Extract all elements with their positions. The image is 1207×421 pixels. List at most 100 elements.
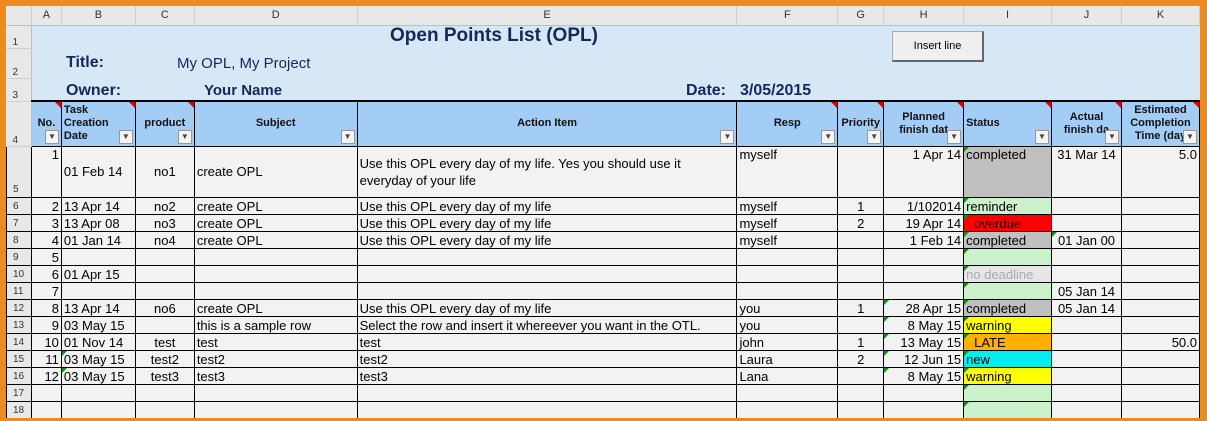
cell-action[interactable]: Use this OPL every day of my life bbox=[356, 214, 738, 232]
cell-est[interactable] bbox=[1120, 282, 1200, 300]
cell-resp[interactable]: you bbox=[736, 316, 839, 334]
row-header[interactable]: 9 bbox=[6, 248, 32, 266]
cell-est[interactable] bbox=[1120, 350, 1200, 368]
cell-action[interactable] bbox=[356, 265, 738, 283]
cell-resp[interactable]: Laura bbox=[736, 350, 839, 368]
column-header-h[interactable]: H bbox=[883, 6, 965, 26]
cell-resp[interactable] bbox=[736, 401, 839, 418]
cell-date[interactable]: 13 Apr 08 bbox=[60, 214, 136, 232]
cell-est[interactable] bbox=[1120, 316, 1200, 334]
filter-dropdown-icon[interactable]: ▼ bbox=[44, 129, 59, 144]
cell-subject[interactable]: create OPL bbox=[193, 197, 358, 215]
cell-actual[interactable]: 31 Mar 14 bbox=[1051, 146, 1122, 198]
cell-action[interactable]: test2 bbox=[356, 350, 738, 368]
cell-actual[interactable] bbox=[1051, 265, 1122, 283]
cell-resp[interactable] bbox=[736, 265, 839, 283]
cell-no[interactable] bbox=[30, 401, 62, 418]
cell-no[interactable]: 2 bbox=[30, 197, 62, 215]
cell-subject[interactable]: test bbox=[193, 333, 358, 351]
cell-planned[interactable]: 28 Apr 15 bbox=[883, 299, 965, 317]
column-header-e[interactable]: E bbox=[357, 6, 738, 26]
cell-subject[interactable] bbox=[193, 265, 358, 283]
column-header-i[interactable]: I bbox=[963, 6, 1053, 26]
cell-no[interactable]: 11 bbox=[30, 350, 62, 368]
cell-planned[interactable] bbox=[883, 282, 965, 300]
cell-subject[interactable]: create OPL bbox=[193, 214, 358, 232]
cell-product[interactable]: test bbox=[134, 333, 195, 351]
cell-est[interactable] bbox=[1120, 214, 1200, 232]
cell-status[interactable]: overdue bbox=[963, 214, 1053, 232]
cell-date[interactable] bbox=[60, 384, 136, 402]
row-header[interactable]: 15 bbox=[6, 350, 32, 368]
column-header-b[interactable]: B bbox=[61, 6, 136, 26]
filter-dropdown-icon[interactable]: ▼ bbox=[720, 129, 735, 144]
cell-planned[interactable]: 12 Jun 15 bbox=[883, 350, 965, 368]
cell-planned[interactable]: 13 May 15 bbox=[883, 333, 965, 351]
cell-status[interactable]: no deadline bbox=[963, 265, 1053, 283]
cell-product[interactable]: no3 bbox=[134, 214, 195, 232]
cell-subject[interactable] bbox=[193, 401, 358, 418]
cell-priority[interactable]: 2 bbox=[837, 214, 885, 232]
filter-dropdown-icon[interactable]: ▼ bbox=[821, 129, 836, 144]
cell-planned[interactable] bbox=[883, 265, 965, 283]
cell-action[interactable]: Use this OPL every day of my life bbox=[356, 231, 738, 249]
cell-product[interactable]: no1 bbox=[134, 146, 195, 198]
cell-no[interactable]: 10 bbox=[30, 333, 62, 351]
cell-action[interactable] bbox=[356, 248, 738, 266]
cell-planned[interactable]: 19 Apr 14 bbox=[883, 214, 965, 232]
cell-subject[interactable]: create OPL bbox=[193, 146, 358, 198]
cell-product[interactable] bbox=[134, 316, 195, 334]
cell-planned[interactable]: 1 Feb 14 bbox=[883, 231, 965, 249]
row-header[interactable]: 12 bbox=[6, 299, 32, 317]
cell-date[interactable] bbox=[60, 282, 136, 300]
cell-product[interactable] bbox=[134, 265, 195, 283]
cell-status[interactable] bbox=[963, 384, 1053, 402]
cell-status[interactable]: completed bbox=[963, 299, 1053, 317]
cell-priority[interactable]: 1 bbox=[837, 299, 885, 317]
cell-date[interactable]: 01 Jan 14 bbox=[60, 231, 136, 249]
cell-resp[interactable]: you bbox=[736, 299, 839, 317]
cell-planned[interactable]: 1/102014 bbox=[883, 197, 965, 215]
cell-planned[interactable]: 8 May 15 bbox=[883, 367, 965, 385]
cell-date[interactable] bbox=[60, 401, 136, 418]
cell-resp[interactable] bbox=[736, 282, 839, 300]
row-header[interactable]: 2 bbox=[6, 48, 32, 79]
cell-resp[interactable]: myself bbox=[736, 231, 839, 249]
cell-date[interactable]: 03 May 15 bbox=[60, 367, 136, 385]
cell-priority[interactable] bbox=[837, 248, 885, 266]
cell-est[interactable] bbox=[1120, 197, 1200, 215]
cell-product[interactable]: no2 bbox=[134, 197, 195, 215]
cell-planned[interactable]: 1 Apr 14 bbox=[883, 146, 965, 198]
cell-actual[interactable] bbox=[1051, 384, 1122, 402]
cell-priority[interactable] bbox=[837, 367, 885, 385]
column-header-k[interactable]: K bbox=[1121, 6, 1200, 26]
cell-subject[interactable] bbox=[193, 384, 358, 402]
cell-product[interactable]: no4 bbox=[134, 231, 195, 249]
cell-product[interactable]: no6 bbox=[134, 299, 195, 317]
cell-priority[interactable] bbox=[837, 384, 885, 402]
cell-est[interactable] bbox=[1120, 299, 1200, 317]
cell-date[interactable]: 03 May 15 bbox=[60, 350, 136, 368]
cell-priority[interactable] bbox=[837, 146, 885, 198]
row-header[interactable]: 16 bbox=[6, 367, 32, 385]
column-header-c[interactable]: C bbox=[135, 6, 195, 26]
column-header-a[interactable]: A bbox=[31, 6, 62, 26]
filter-dropdown-icon[interactable]: ▼ bbox=[177, 129, 192, 144]
insert-line-button[interactable]: Insert line bbox=[892, 31, 984, 62]
cell-priority[interactable] bbox=[837, 265, 885, 283]
cell-resp[interactable]: myself bbox=[736, 214, 839, 232]
cell-status[interactable]: completed bbox=[963, 146, 1053, 198]
cell-subject[interactable]: test2 bbox=[193, 350, 358, 368]
cell-product[interactable] bbox=[134, 401, 195, 418]
filter-dropdown-icon[interactable]: ▼ bbox=[118, 129, 133, 144]
cell-date[interactable]: 01 Feb 14 bbox=[60, 146, 136, 198]
row-header[interactable]: 18 bbox=[6, 401, 32, 418]
cell-subject[interactable] bbox=[193, 282, 358, 300]
cell-action[interactable]: Use this OPL every day of my life bbox=[356, 197, 738, 215]
cell-action[interactable] bbox=[356, 282, 738, 300]
cell-no[interactable] bbox=[30, 384, 62, 402]
column-header-g[interactable]: G bbox=[837, 6, 885, 26]
cell-actual[interactable] bbox=[1051, 197, 1122, 215]
row-header[interactable]: 8 bbox=[6, 231, 32, 249]
cell-no[interactable]: 1 bbox=[30, 146, 62, 198]
